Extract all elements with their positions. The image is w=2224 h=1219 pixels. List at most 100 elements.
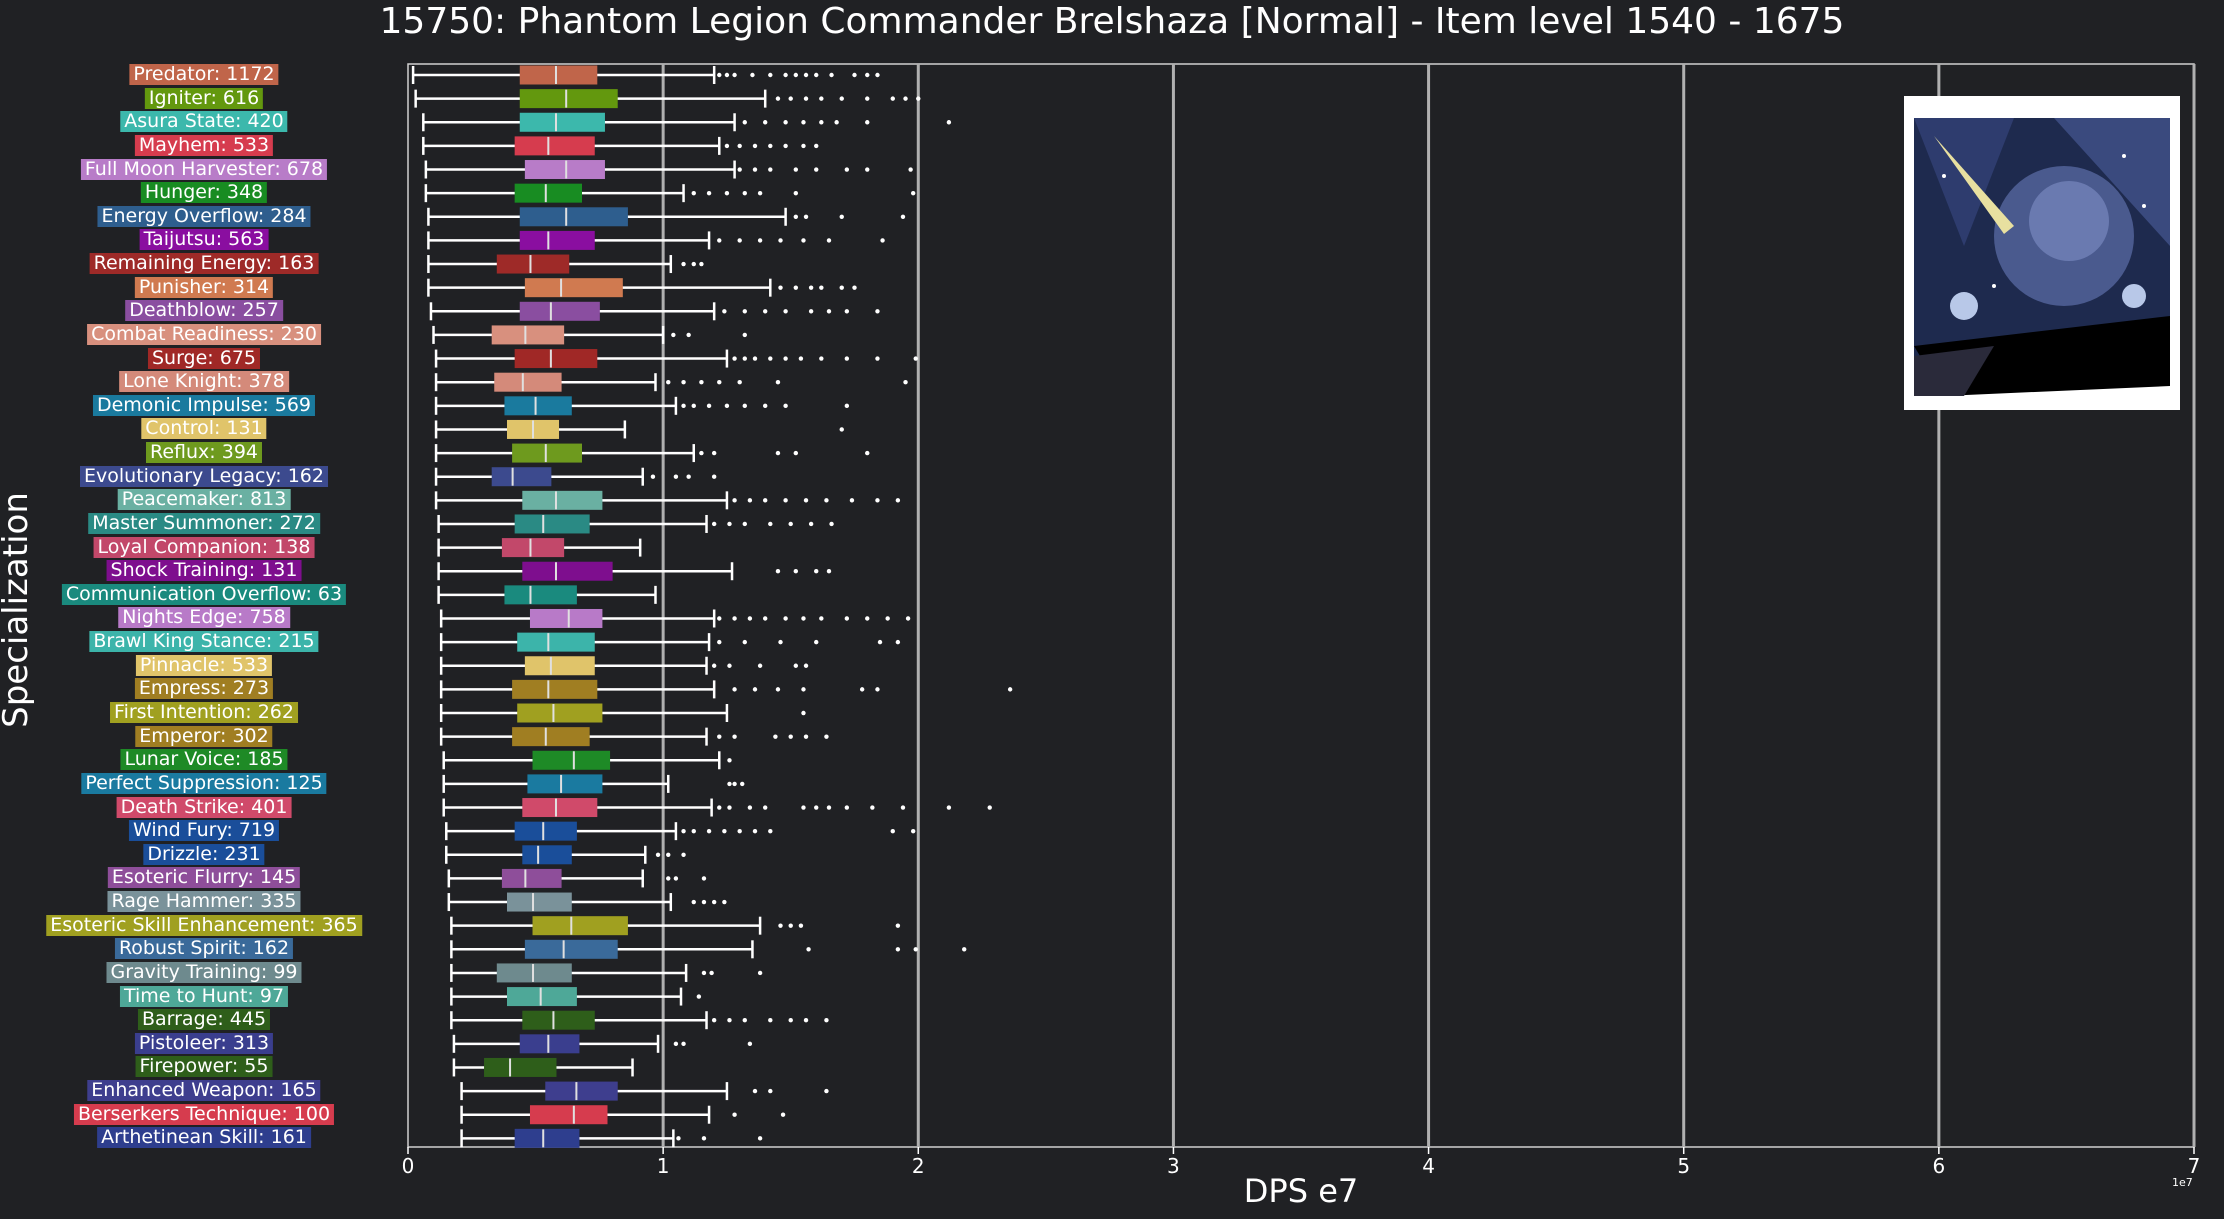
outlier-point [778,923,783,928]
box [519,1034,580,1054]
outlier-point [905,616,911,621]
outlier-point [865,96,870,101]
outlier-point [844,805,850,810]
outlier-point [803,498,809,503]
outlier-point [819,616,824,621]
outlier-point [826,238,832,243]
outlier-point [814,143,819,149]
box [519,89,618,109]
outlier-point [742,309,747,314]
outlier-point [814,167,819,172]
outlier-point [788,1018,793,1023]
box [517,632,595,652]
outlier-point [900,805,906,810]
outlier-point [696,994,702,999]
outlier-point [814,639,819,645]
x-tick-label: 7 [2188,1154,2201,1178]
outlier-point [724,403,730,409]
outlier-point [783,616,788,621]
outlier-point [824,734,829,739]
box [522,490,603,510]
outlier-point [793,214,799,219]
outlier-point [737,238,742,243]
outlier-point [903,379,908,385]
box [514,821,577,841]
box [519,230,595,250]
outlier-point [778,238,783,243]
box [522,845,572,865]
box [496,254,570,274]
outlier-point [699,261,704,267]
x-tick-label: 4 [1422,1154,1435,1178]
outlier-point [798,923,804,928]
outlier-point [801,616,806,621]
outlier-point [910,190,916,196]
outlier-point [844,167,850,172]
outlier-point [681,852,686,857]
box [507,892,572,912]
outlier-point [706,828,712,834]
outlier-point [808,309,814,314]
outlier-point [681,379,686,385]
outlier-point [742,356,747,361]
outlier-point [775,379,781,385]
outlier-point [691,261,696,267]
outlier-point [666,852,671,857]
outlier-point [752,167,758,172]
outlier-point [699,450,704,456]
outlier-point [880,238,885,243]
outlier-point [711,450,717,456]
box [484,1057,557,1077]
outlier-point [691,828,696,834]
box [496,963,572,983]
outlier-point [711,474,717,479]
outlier-point [711,899,717,905]
outlier-point [865,616,870,621]
outlier-point [783,143,788,149]
outlier-point [903,96,908,101]
box [512,679,598,699]
outlier-point [706,190,712,196]
outlier-point [852,72,857,78]
outlier-point [824,1018,829,1023]
outlier-point [801,805,806,810]
outlier-point [824,498,829,503]
outlier-point [681,828,686,834]
outlier-point [814,72,819,78]
outlier-point [826,569,832,574]
outlier-point [717,238,722,243]
outlier-point [742,190,747,196]
outlier-point [793,72,799,78]
boss-portrait-illustration [1904,96,2180,410]
outlier-point [732,781,737,787]
outlier-point [916,96,921,101]
box [519,207,628,227]
outlier-point [849,498,855,503]
outlier-point [742,120,747,125]
outlier-point [706,403,712,409]
outlier-point [895,639,901,645]
outlier-point [806,947,811,952]
outlier-point [793,167,799,172]
outlier-point [750,72,755,78]
outlier-point [727,1018,732,1023]
box [519,112,605,132]
outlier-point [742,1018,747,1023]
outlier-point [673,876,679,881]
boss-portrait-image [1904,96,2180,410]
outlier-point [747,498,753,503]
outlier-point [763,120,768,125]
outlier-point [775,450,781,456]
outlier-point [676,1136,681,1141]
box [501,538,565,558]
outlier-point [666,876,671,881]
box [507,987,577,1007]
outlier-point [875,309,880,314]
outlier-point [852,285,857,290]
box [504,585,577,605]
outlier-point [681,1041,686,1047]
outlier-point [732,356,737,361]
outlier-point [686,332,691,338]
outlier-point [890,96,895,101]
outlier-point [724,72,730,78]
